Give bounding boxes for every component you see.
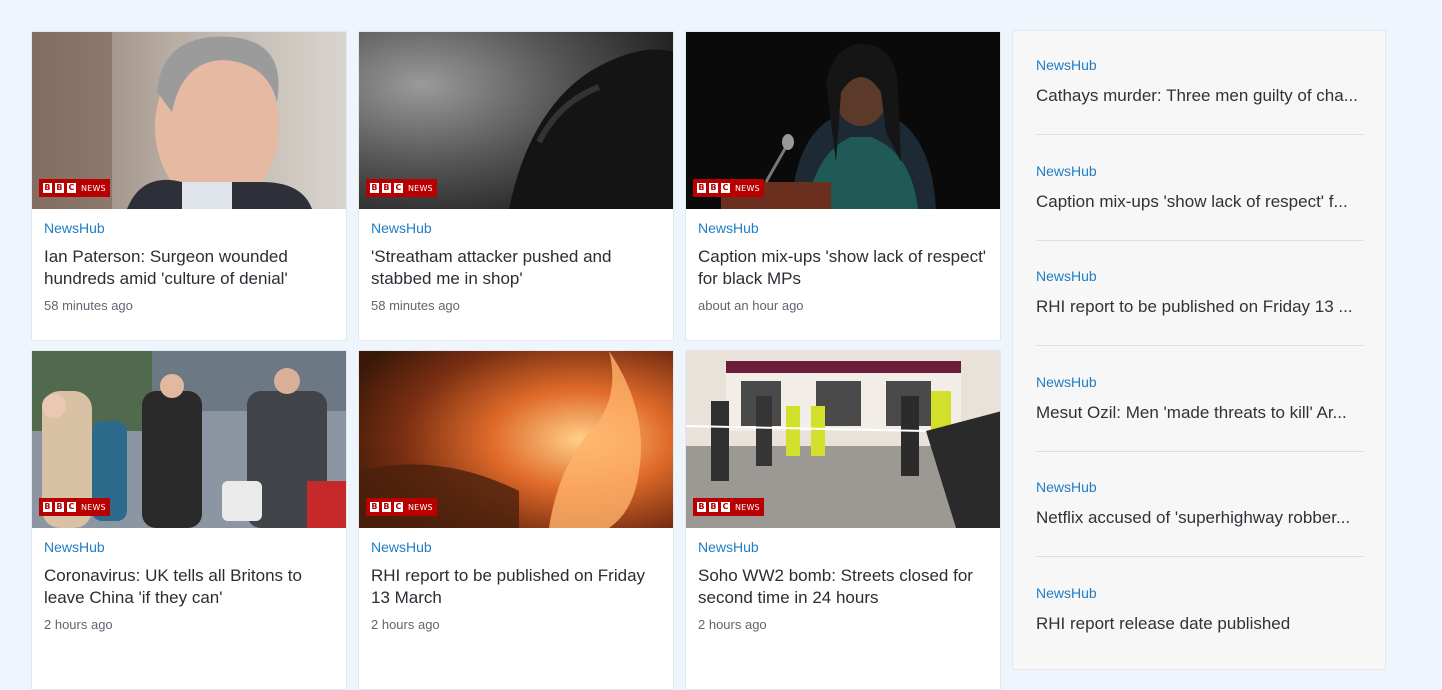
source-link[interactable]: NewsHub: [1036, 56, 1364, 74]
bbc-news-logo: B B C NEWS: [366, 179, 437, 197]
news-thumbnail[interactable]: B B C NEWS: [32, 32, 346, 209]
news-card[interactable]: B B C NEWS NewsHub Ian Paterson: Surgeon wo…: [31, 31, 347, 341]
headline[interactable]: Caption mix-ups 'show lack of respect' f…: [698, 246, 988, 290]
sidebar-news-item[interactable]: NewsHub RHI report to be published on Fr…: [1036, 267, 1364, 318]
source-link[interactable]: NewsHub: [1036, 478, 1364, 496]
news-thumbnail[interactable]: B B C NEWS: [359, 32, 673, 209]
news-card[interactable]: B B C NEWS NewsHub RHI report to be publish…: [358, 350, 674, 690]
news-card[interactable]: B B C NEWS NewsHub 'Streatham attacker push…: [358, 31, 674, 341]
headline[interactable]: Coronavirus: UK tells all Britons to lea…: [44, 565, 334, 609]
source-link[interactable]: NewsHub: [698, 219, 988, 237]
headline[interactable]: Mesut Ozil: Men 'made threats to kill' A…: [1036, 402, 1364, 424]
source-link[interactable]: NewsHub: [1036, 162, 1364, 180]
bbc-news-logo: B B C NEWS: [39, 179, 110, 197]
headline[interactable]: RHI report release date published: [1036, 613, 1364, 635]
timestamp: about an hour ago: [698, 298, 804, 313]
news-thumbnail[interactable]: B B C NEWS: [686, 32, 1000, 209]
headline[interactable]: Soho WW2 bomb: Streets closed for second…: [698, 565, 988, 609]
headline[interactable]: Netflix accused of 'superhighway robber.…: [1036, 507, 1364, 529]
timestamp: 58 minutes ago: [371, 298, 460, 313]
source-link[interactable]: NewsHub: [1036, 267, 1364, 285]
bbc-news-logo: B B C NEWS: [693, 179, 764, 197]
news-thumbnail[interactable]: B B C NEWS: [359, 351, 673, 528]
news-card[interactable]: B B C NEWS NewsHub Coronavirus: UK tells al…: [31, 350, 347, 690]
headline[interactable]: Cathays murder: Three men guilty of cha.…: [1036, 85, 1364, 107]
sidebar-news-item[interactable]: NewsHub Mesut Ozil: Men 'made threats to…: [1036, 373, 1364, 424]
headline[interactable]: Caption mix-ups 'show lack of respect' f…: [1036, 191, 1364, 213]
headline[interactable]: Ian Paterson: Surgeon wounded hundreds a…: [44, 246, 334, 290]
timestamp: 2 hours ago: [371, 617, 440, 632]
headline[interactable]: 'Streatham attacker pushed and stabbed m…: [371, 246, 661, 290]
sidebar-news-item[interactable]: NewsHub RHI report release date publishe…: [1036, 584, 1364, 635]
bbc-news-logo: B B C NEWS: [366, 498, 437, 516]
news-thumbnail[interactable]: B B C NEWS: [32, 351, 346, 528]
source-link[interactable]: NewsHub: [1036, 584, 1364, 602]
divider: [1036, 451, 1364, 452]
bbc-news-logo: B B C NEWS: [693, 498, 764, 516]
news-card[interactable]: B B C NEWS NewsHub Caption mix-ups 'show la…: [685, 31, 1001, 341]
divider: [1036, 134, 1364, 135]
sidebar-news-item[interactable]: NewsHub Caption mix-ups 'show lack of re…: [1036, 162, 1364, 213]
timestamp: 2 hours ago: [44, 617, 113, 632]
timestamp: 2 hours ago: [698, 617, 767, 632]
headline[interactable]: RHI report to be published on Friday 13 …: [1036, 296, 1364, 318]
news-thumbnail[interactable]: B B C NEWS: [686, 351, 1000, 528]
divider: [1036, 556, 1364, 557]
sidebar-news-item[interactable]: NewsHub Netflix accused of 'superhighway…: [1036, 478, 1364, 529]
sidebar-news-item[interactable]: NewsHub Cathays murder: Three men guilty…: [1036, 56, 1364, 107]
source-link[interactable]: NewsHub: [371, 219, 661, 237]
bbc-news-logo: B B C NEWS: [39, 498, 110, 516]
sidebar-news-list: NewsHub Cathays murder: Three men guilty…: [1012, 30, 1386, 670]
divider: [1036, 345, 1364, 346]
source-link[interactable]: NewsHub: [44, 538, 334, 556]
timestamp: 58 minutes ago: [44, 298, 133, 313]
source-link[interactable]: NewsHub: [1036, 373, 1364, 391]
news-card[interactable]: B B C NEWS NewsHub Soho WW2 bomb: Streets c…: [685, 350, 1001, 690]
source-link[interactable]: NewsHub: [44, 219, 334, 237]
headline[interactable]: RHI report to be published on Friday 13 …: [371, 565, 661, 609]
source-link[interactable]: NewsHub: [698, 538, 988, 556]
source-link[interactable]: NewsHub: [371, 538, 661, 556]
divider: [1036, 240, 1364, 241]
